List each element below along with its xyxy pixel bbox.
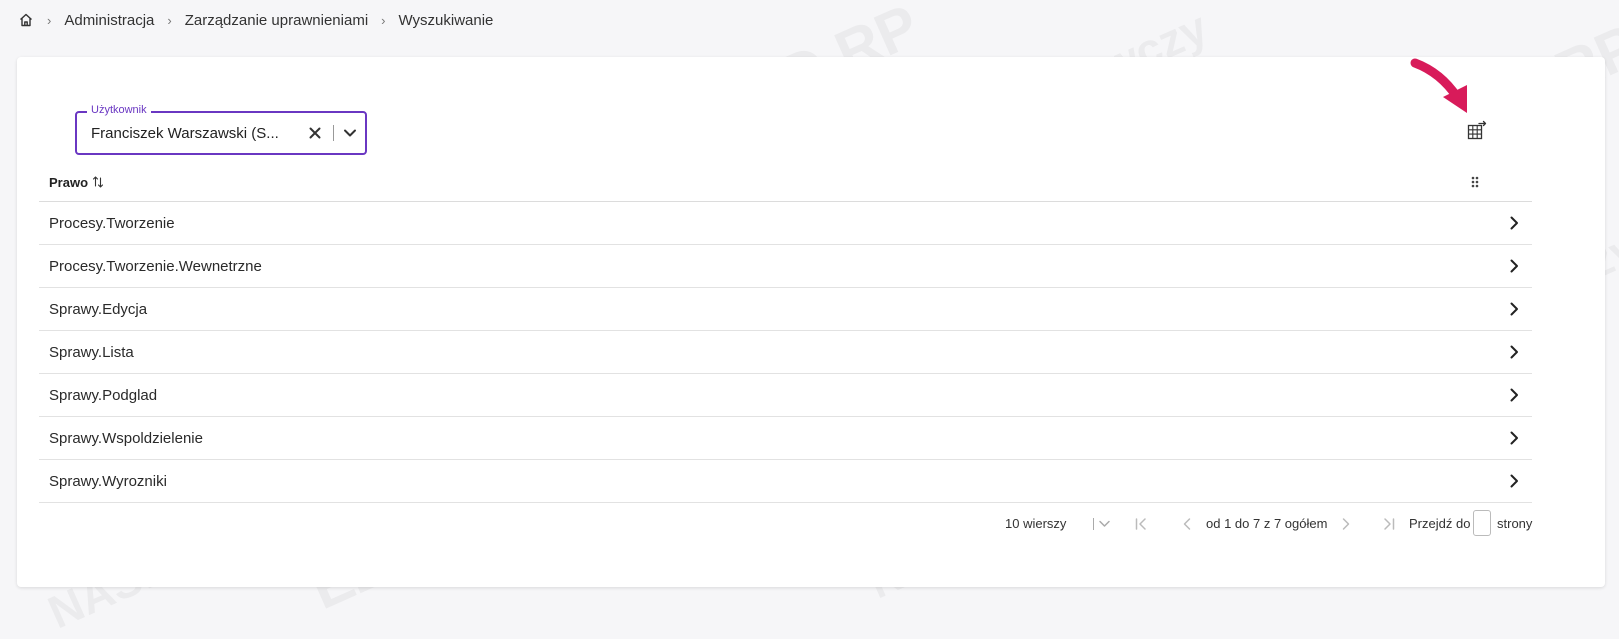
- last-page-icon[interactable]: [1381, 516, 1397, 532]
- goto-page-input[interactable]: [1473, 510, 1491, 536]
- column-header-prawo[interactable]: Prawo: [49, 175, 104, 190]
- user-select[interactable]: Użytkownik Franciszek Warszawski (S...: [75, 104, 367, 155]
- permission-name: Sprawy.Lista: [49, 343, 134, 361]
- chevron-right-icon[interactable]: [1506, 387, 1522, 403]
- home-icon[interactable]: [18, 12, 34, 28]
- breadcrumb-separator: ›: [167, 12, 172, 28]
- table-row[interactable]: Sprawy.Podglad: [39, 374, 1532, 417]
- permissions-table: Prawo Procesy.Tworzenie Procesy.Tworzeni…: [39, 163, 1532, 503]
- column-header-label: Prawo: [49, 174, 89, 190]
- pages-label: strony: [1497, 516, 1533, 531]
- permission-name: Procesy.Tworzenie: [49, 214, 175, 232]
- user-select-value: Franciszek Warszawski (S...: [91, 125, 279, 142]
- chevron-right-icon[interactable]: [1506, 473, 1522, 489]
- annotation-arrow-icon: [1410, 58, 1467, 113]
- table-header: Prawo: [39, 163, 1532, 202]
- permission-name: Sprawy.Wyrozniki: [49, 472, 167, 490]
- chevron-down-icon[interactable]: [341, 124, 359, 142]
- breadcrumb-item-wyszukiwanie: Wyszukiwanie: [398, 11, 494, 29]
- permissions-card: Użytkownik Franciszek Warszawski (S... P…: [17, 57, 1605, 587]
- table-row[interactable]: Sprawy.Lista: [39, 331, 1532, 374]
- next-page-icon[interactable]: [1338, 516, 1354, 532]
- select-divider: [333, 125, 334, 141]
- chevron-right-icon[interactable]: [1506, 215, 1522, 231]
- chevron-right-icon[interactable]: [1506, 430, 1522, 446]
- breadcrumb-item-zarzadzanie-uprawnieniami[interactable]: Zarządzanie uprawnieniami: [185, 12, 368, 29]
- chevron-right-icon[interactable]: [1506, 258, 1522, 274]
- permission-name: Procesy.Tworzenie.Wewnetrzne: [49, 257, 262, 275]
- drag-grip-icon[interactable]: [1468, 175, 1482, 189]
- table-row[interactable]: Sprawy.Edycja: [39, 288, 1532, 331]
- table-row[interactable]: Procesy.Tworzenie.Wewnetrzne: [39, 245, 1532, 288]
- pagination-range: od 1 do 7 z 7 ogółem: [1206, 516, 1328, 531]
- previous-page-icon[interactable]: [1179, 516, 1195, 532]
- permission-name: Sprawy.Wspoldzielenie: [49, 429, 203, 447]
- permission-name: Sprawy.Edycja: [49, 300, 148, 318]
- breadcrumb-separator: ›: [381, 12, 386, 28]
- user-select-label: Użytkownik: [87, 104, 151, 116]
- first-page-icon[interactable]: [1133, 516, 1149, 532]
- permission-name: Sprawy.Podglad: [49, 386, 158, 404]
- pagination: 10 wierszy od 1 do 7 z 7 ogółem Przejdź …: [17, 510, 1533, 536]
- breadcrumb-separator: ›: [47, 12, 52, 28]
- rows-per-page-label: 10 wierszy: [1005, 516, 1067, 531]
- chevron-right-icon[interactable]: [1506, 344, 1522, 360]
- clear-icon[interactable]: [305, 123, 325, 143]
- breadcrumb-item-administracja[interactable]: Administracja: [64, 12, 154, 29]
- table-row[interactable]: Sprawy.Wyrozniki: [39, 460, 1532, 503]
- goto-page-label: Przejdź do: [1409, 516, 1471, 531]
- table-export-icon[interactable]: [1466, 120, 1488, 142]
- chevron-right-icon[interactable]: [1506, 301, 1522, 317]
- table-row[interactable]: Sprawy.Wspoldzielenie: [39, 417, 1532, 460]
- sort-arrows-icon[interactable]: [92, 175, 104, 189]
- breadcrumb: › Administracja › Zarządzanie uprawnieni…: [18, 10, 493, 30]
- rows-per-page-dropdown-icon[interactable]: [1092, 516, 1116, 532]
- table-row[interactable]: Procesy.Tworzenie: [39, 202, 1532, 245]
